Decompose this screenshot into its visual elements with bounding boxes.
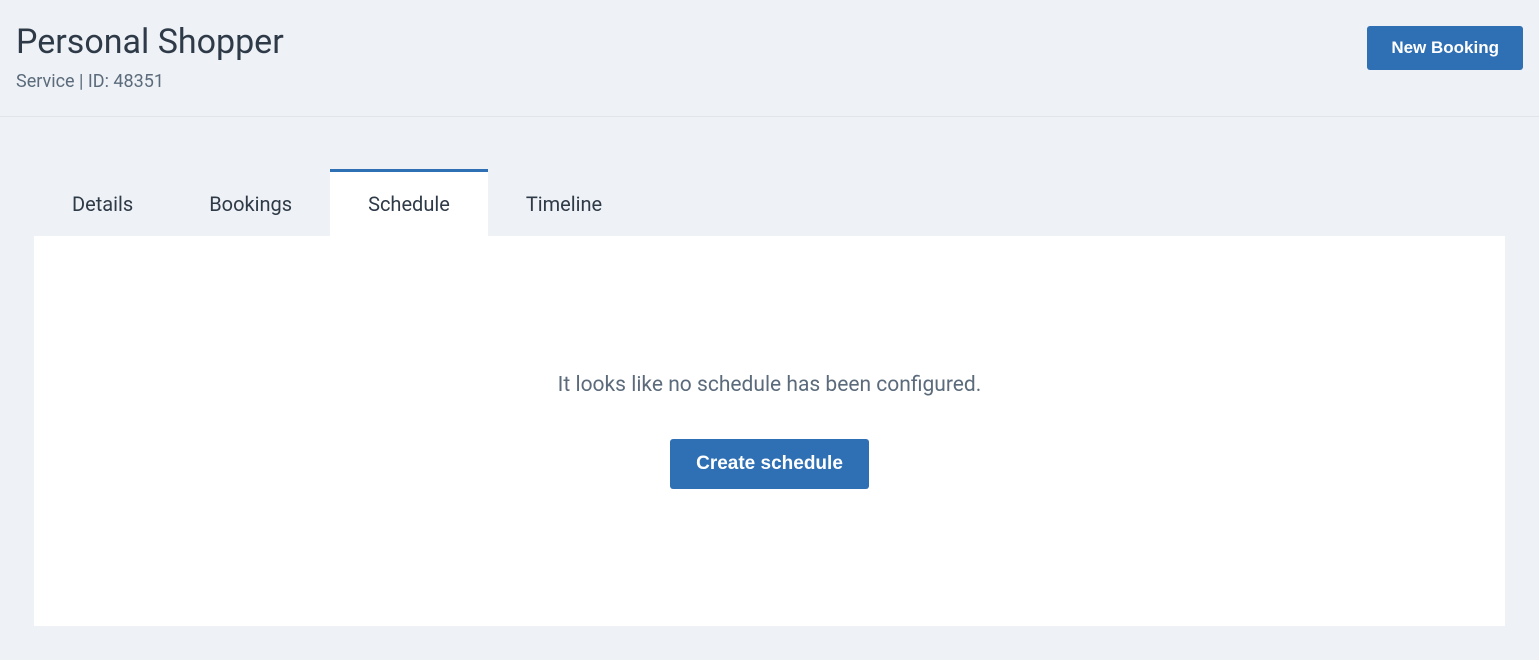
- header-left: Personal Shopper Service | ID: 48351: [16, 22, 284, 92]
- tab-schedule[interactable]: Schedule: [330, 169, 488, 236]
- schedule-panel: It looks like no schedule has been confi…: [34, 236, 1505, 626]
- page-subtitle: Service | ID: 48351: [16, 71, 284, 92]
- page-header: Personal Shopper Service | ID: 48351 New…: [0, 0, 1539, 117]
- page-title: Personal Shopper: [16, 22, 284, 63]
- tab-bookings[interactable]: Bookings: [171, 169, 330, 236]
- tab-timeline[interactable]: Timeline: [488, 169, 640, 236]
- content-area: Details Bookings Schedule Timeline It lo…: [0, 117, 1539, 626]
- new-booking-button[interactable]: New Booking: [1367, 26, 1523, 70]
- tab-details[interactable]: Details: [34, 169, 171, 236]
- create-schedule-button[interactable]: Create schedule: [670, 439, 869, 489]
- tabs: Details Bookings Schedule Timeline: [34, 169, 1505, 236]
- empty-state-message: It looks like no schedule has been confi…: [558, 373, 982, 397]
